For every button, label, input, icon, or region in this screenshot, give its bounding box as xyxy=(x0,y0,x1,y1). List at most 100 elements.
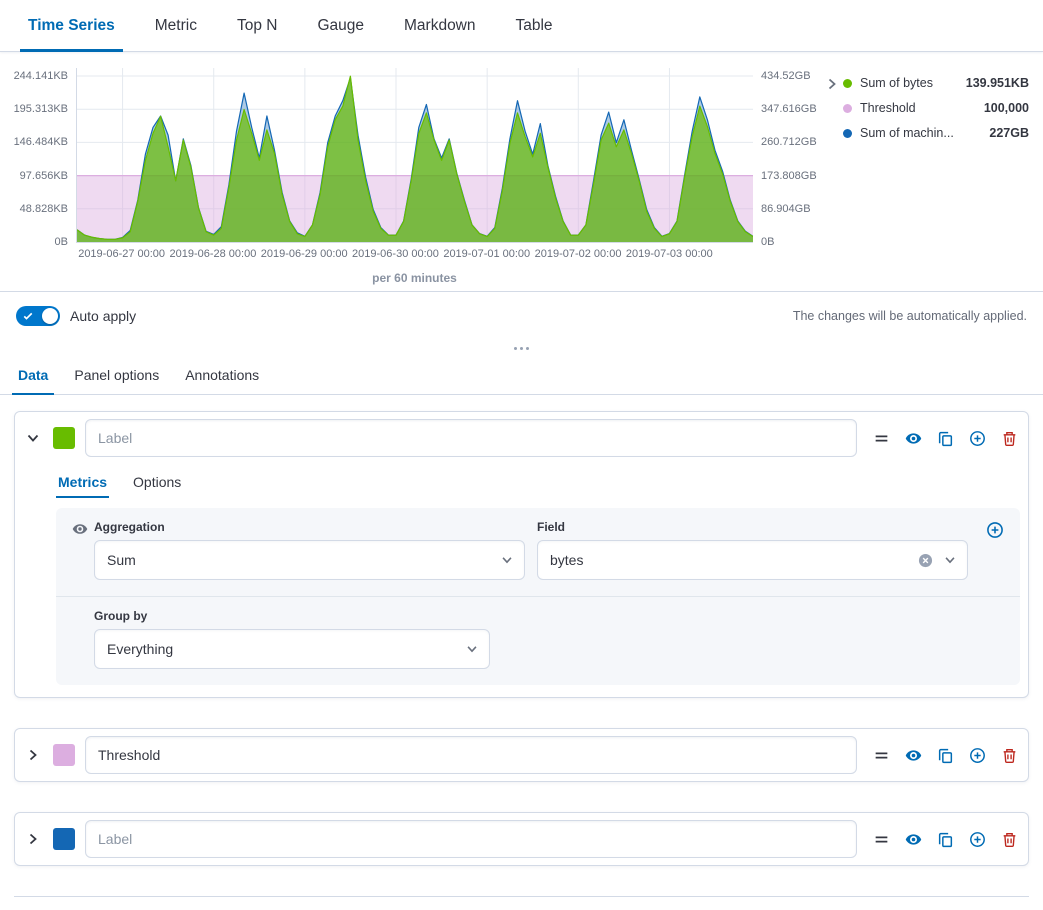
series-label-input[interactable] xyxy=(85,419,857,457)
toggle-thumb xyxy=(42,308,58,324)
time-series-chart: 0B 48.828KB 97.656KB 146.484KB 195.313KB 244.… xyxy=(0,52,1043,291)
auto-apply-hint: The changes will be automatically applie… xyxy=(793,309,1027,323)
delete-series-icon[interactable] xyxy=(1001,747,1018,764)
chart-legend: Sum of bytes 139.951KB Threshold 100,000… xyxy=(843,76,1033,151)
delete-series-icon[interactable] xyxy=(1001,831,1018,848)
add-series-icon[interactable] xyxy=(969,747,986,764)
aggregation-row: Aggregation Sum Field bytes xyxy=(56,508,1020,596)
add-series-icon[interactable] xyxy=(969,430,986,447)
auto-apply-bar: Auto apply The changes will be automatic… xyxy=(0,291,1043,339)
y-tick-label: 86.904GB xyxy=(761,203,811,215)
series-panels: Metrics Options Aggregation Sum xyxy=(0,395,1043,910)
tab-options[interactable]: Options xyxy=(131,468,183,498)
y-axis-right: 0B86.904GB173.808GB260.712GB347.616GB434… xyxy=(753,68,821,243)
x-tick-label: 2019-07-03 00:00 xyxy=(626,248,713,260)
legend-value: 100,000 xyxy=(976,101,1029,115)
legend-item-sum-of-bytes[interactable]: Sum of bytes 139.951KB xyxy=(843,76,1029,90)
auto-apply-toggle[interactable] xyxy=(16,306,60,326)
editor-tabs: Data Panel options Annotations xyxy=(0,357,1043,395)
series-label-input[interactable] xyxy=(85,820,857,858)
y-tick-label: 195.313KB xyxy=(14,103,68,115)
legend-label: Sum of machin... xyxy=(860,126,954,140)
tab-markdown[interactable]: Markdown xyxy=(384,0,496,51)
series-header xyxy=(15,813,1028,865)
field-combobox[interactable]: bytes xyxy=(537,540,968,580)
legend-label: Threshold xyxy=(860,101,916,115)
expand-series-button[interactable] xyxy=(25,746,43,764)
series-color-swatch[interactable] xyxy=(53,828,75,850)
group-by-select[interactable]: Everything xyxy=(94,629,490,669)
aggregation-select[interactable]: Sum xyxy=(94,540,525,580)
add-metric-icon[interactable] xyxy=(986,521,1004,539)
plot-area[interactable] xyxy=(76,68,753,243)
tab-gauge[interactable]: Gauge xyxy=(297,0,384,51)
legend-item-threshold[interactable]: Threshold 100,000 xyxy=(843,101,1029,115)
y-tick-label: 260.712GB xyxy=(761,136,817,148)
legend-value: 139.951KB xyxy=(958,76,1029,90)
aggregation-label: Aggregation xyxy=(94,520,525,534)
legend-value: 227GB xyxy=(981,126,1029,140)
aggregation-value: Sum xyxy=(107,552,136,568)
clear-field-icon[interactable] xyxy=(918,553,933,568)
group-by-label: Group by xyxy=(94,609,1004,623)
series-panel-2 xyxy=(14,728,1029,782)
y-tick-label: 0B xyxy=(55,236,68,248)
clone-series-icon[interactable] xyxy=(937,831,954,848)
drag-handle-icon[interactable] xyxy=(873,831,890,848)
legend-dot xyxy=(843,129,852,138)
x-tick-label: 2019-06-30 00:00 xyxy=(352,248,439,260)
y-tick-label: 97.656KB xyxy=(20,170,68,182)
eye-icon[interactable] xyxy=(905,747,922,764)
metrics-config: Aggregation Sum Field bytes xyxy=(56,508,1020,685)
chevron-right-icon xyxy=(25,831,43,847)
y-axis-left: 0B48.828KB97.656KB146.484KB195.313KB244.… xyxy=(4,68,76,243)
eye-icon[interactable] xyxy=(72,520,94,580)
legend-dot xyxy=(843,79,852,88)
chevron-right-icon xyxy=(824,80,840,95)
y-tick-label: 434.52GB xyxy=(761,70,811,82)
field-label: Field xyxy=(537,520,968,534)
tab-data[interactable]: Data xyxy=(12,357,54,394)
y-tick-label: 244.141KB xyxy=(14,70,68,82)
add-series-icon[interactable] xyxy=(969,831,986,848)
clone-series-icon[interactable] xyxy=(937,430,954,447)
chevron-down-icon xyxy=(943,553,957,567)
expand-series-button[interactable] xyxy=(25,830,43,848)
divider xyxy=(14,896,1029,910)
drag-handle-icon[interactable] xyxy=(873,747,890,764)
x-tick-label: 2019-06-29 00:00 xyxy=(261,248,348,260)
drag-handle-icon[interactable] xyxy=(873,430,890,447)
x-tick-label: 2019-07-01 00:00 xyxy=(443,248,530,260)
chevron-down-icon xyxy=(465,642,479,656)
series-header xyxy=(15,412,1028,464)
chevron-down-icon xyxy=(500,553,514,567)
tab-metric[interactable]: Metric xyxy=(135,0,217,51)
clone-series-icon[interactable] xyxy=(937,747,954,764)
tab-table[interactable]: Table xyxy=(496,0,573,51)
collapse-series-button[interactable] xyxy=(25,429,43,447)
y-tick-label: 48.828KB xyxy=(20,203,68,215)
delete-series-icon[interactable] xyxy=(1001,430,1018,447)
legend-item-sum-of-machine[interactable]: Sum of machin... 227GB xyxy=(843,126,1029,140)
series-panel-3 xyxy=(14,812,1029,866)
series-color-swatch[interactable] xyxy=(53,427,75,449)
series-label-input[interactable] xyxy=(85,736,857,774)
y-tick-label: 347.616GB xyxy=(761,103,817,115)
tab-metrics[interactable]: Metrics xyxy=(56,468,109,498)
x-tick-label: 2019-07-02 00:00 xyxy=(535,248,622,260)
panel-resize-handle[interactable] xyxy=(0,339,1043,357)
tab-top-n[interactable]: Top N xyxy=(217,0,298,51)
visualization-type-tabs: Time Series Metric Top N Gauge Markdown … xyxy=(0,0,1043,52)
legend-label: Sum of bytes xyxy=(860,76,933,90)
legend-collapse-button[interactable] xyxy=(821,76,843,95)
eye-icon[interactable] xyxy=(905,831,922,848)
series-panel-1: Metrics Options Aggregation Sum xyxy=(14,411,1029,698)
eye-icon[interactable] xyxy=(905,430,922,447)
tab-annotations[interactable]: Annotations xyxy=(179,357,265,394)
y-tick-label: 146.484KB xyxy=(14,136,68,148)
tab-panel-options[interactable]: Panel options xyxy=(68,357,165,394)
series-color-swatch[interactable] xyxy=(53,744,75,766)
tab-time-series[interactable]: Time Series xyxy=(8,0,135,51)
x-tick-label: 2019-06-28 00:00 xyxy=(169,248,256,260)
chart-canvas xyxy=(77,68,753,242)
